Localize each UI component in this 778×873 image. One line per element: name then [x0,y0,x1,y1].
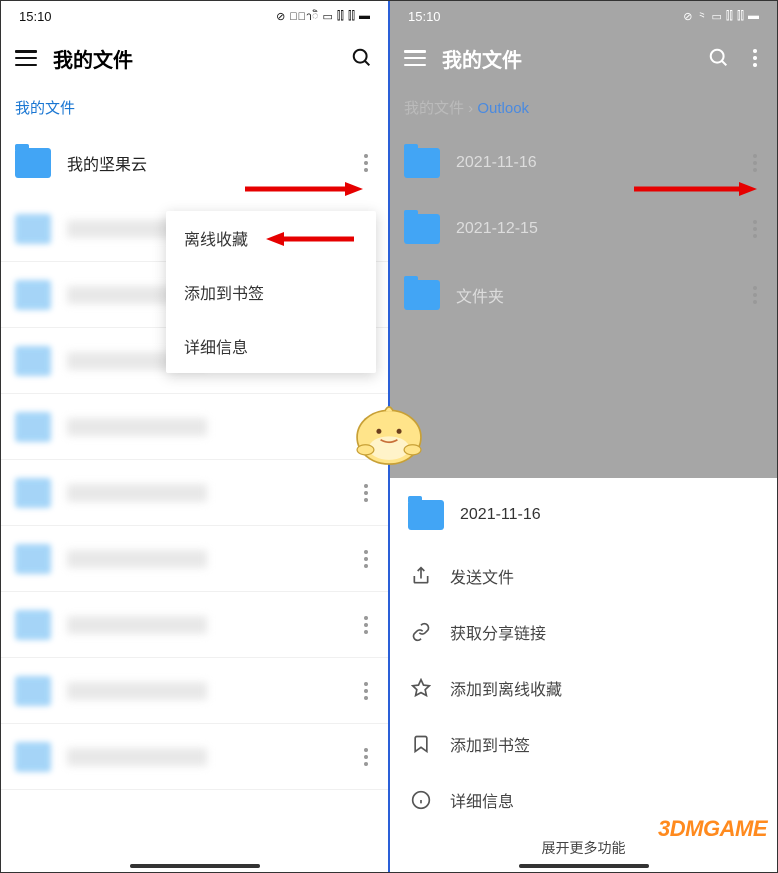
hd-icon: ▭ [323,10,333,23]
sheet-title: 2021-11-16 [460,506,541,524]
star-icon [410,677,432,699]
nav-pill [130,864,260,868]
mascot-icon [347,391,431,475]
folder-icon [404,280,440,310]
overflow-dots[interactable] [747,220,763,238]
overflow-dots[interactable] [747,154,763,172]
menu-details[interactable]: 详细信息 [166,319,376,373]
app-title: 我的文件 [53,44,334,73]
annotation-arrow [266,229,356,249]
search-icon[interactable] [707,46,731,70]
list-item[interactable] [1,460,388,526]
overflow-dots[interactable] [747,286,763,304]
signal-icon: ⫿⫿ [337,10,344,23]
list-item[interactable] [1,526,388,592]
folder-name: 2021-12-15 [456,220,731,238]
overflow-dots[interactable] [358,484,374,502]
breadcrumb[interactable]: 我的文件 › Outlook [390,85,777,130]
phone-screen-right: 15:10 ⊘ ⺀ ▭ ⫿⫿ ⫿⫿ ▬ 我的文件 我的文件 › Outlook 2021-… [390,1,777,872]
status-bar: 15:10 ⊘ �ําិ ▭ ⫿⫿ ⫿⫿ ▬ [1,1,388,31]
breadcrumb[interactable]: 我的文件 [1,85,388,130]
status-time: 15:10 [408,9,441,24]
sheet-bookmark[interactable]: 添加到书签 [390,716,777,772]
vibrate-icon: ⊘ [683,10,692,23]
battery-icon: ▬ [748,10,759,22]
overflow-dots[interactable] [358,748,374,766]
sheet-send[interactable]: 发送文件 [390,548,777,604]
info-icon [410,789,432,811]
hamburger-icon[interactable] [404,50,426,66]
status-icons: ⊘ ⺀ ▭ ⫿⫿ ⫿⫿ ▬ [683,8,759,24]
hamburger-icon[interactable] [15,50,37,66]
overflow-dots[interactable] [358,550,374,568]
signal2-icon: ⫿⫿ [737,10,744,23]
wifi-icon: ⺀ [697,8,708,24]
annotation-arrow [245,179,365,199]
folder-icon [404,148,440,178]
folder-icon [408,500,444,530]
app-bar: 我的文件 [390,31,777,85]
list-item[interactable] [1,394,388,460]
list-item[interactable] [1,724,388,790]
sheet-header: 2021-11-16 [390,478,777,548]
folder-icon [15,148,51,178]
sheet-offline[interactable]: 添加到离线收藏 [390,660,777,716]
search-icon[interactable] [350,46,374,70]
status-bar: 15:10 ⊘ ⺀ ▭ ⫿⫿ ⫿⫿ ▬ [390,1,777,31]
folder-name: 2021-11-16 [456,154,731,172]
list-item[interactable] [1,592,388,658]
nav-pill [519,864,649,868]
share-icon [410,565,432,587]
signal2-icon: ⫿⫿ [348,10,355,23]
list-item[interactable] [1,658,388,724]
app-title: 我的文件 [442,44,691,73]
signal-icon: ⫿⫿ [726,10,733,23]
annotation-arrow [634,179,759,199]
watermark: 3DMGAME [658,816,767,842]
overflow-dots[interactable] [358,616,374,634]
link-icon [410,621,432,643]
menu-bookmark[interactable]: 添加到书签 [166,265,376,319]
folder-row[interactable]: 2021-12-15 [390,196,777,262]
wifi-icon: �ําិ [289,7,318,26]
folder-icon [404,214,440,244]
folder-name: 我的坚果云 [67,151,342,175]
folder-name: 文件夹 [456,283,731,307]
bookmark-icon [410,733,432,755]
crumb-current[interactable]: Outlook [477,100,529,117]
overflow-dots[interactable] [358,682,374,700]
crumb-root[interactable]: 我的文件 [404,100,464,117]
battery-icon: ▬ [359,10,370,22]
vibrate-icon: ⊘ [276,10,285,23]
overflow-dots[interactable] [747,49,763,67]
status-time: 15:10 [19,9,52,24]
app-bar: 我的文件 [1,31,388,85]
phone-screen-left: 15:10 ⊘�ําិ▭⫿⫿⫿⫿▬ 我的文件 我的文件 我的坚果云 离线收藏 添… [1,1,388,872]
status-icons: ⊘ �ําិ ▭ ⫿⫿ ⫿⫿ ▬ [276,7,370,26]
action-sheet: 2021-11-16 发送文件 获取分享链接 添加到离线收藏 添加到书签 详细信… [390,478,777,872]
hd-icon: ▭ [712,10,722,23]
overflow-dots[interactable] [358,154,374,172]
sheet-link[interactable]: 获取分享链接 [390,604,777,660]
folder-row[interactable]: 文件夹 [390,262,777,328]
